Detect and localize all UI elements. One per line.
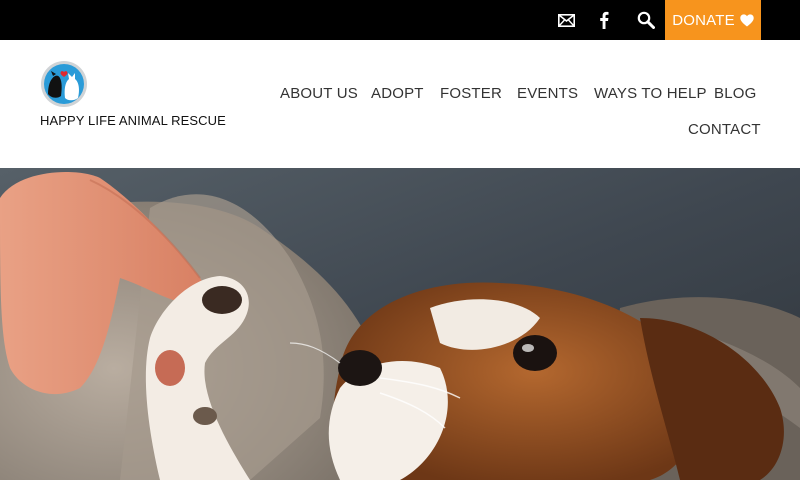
nav-item-events[interactable]: EVENTS	[517, 85, 578, 102]
donate-button[interactable]: DONATE	[665, 0, 761, 40]
facebook-icon[interactable]	[594, 0, 614, 40]
nav-item-foster[interactable]: FOSTER	[440, 85, 502, 102]
mail-icon[interactable]	[554, 0, 578, 40]
nav-item-contact[interactable]: CONTACT	[688, 121, 761, 138]
nav-item-about-us[interactable]: ABOUT US	[280, 85, 358, 102]
cat-dog-logo-icon[interactable]	[40, 60, 88, 108]
search-icon[interactable]	[634, 0, 658, 40]
hero-image	[0, 168, 800, 480]
top-utility-bar: DONATE	[0, 0, 800, 40]
heart-icon	[740, 13, 754, 26]
nav-item-blog[interactable]: BLOG	[714, 85, 756, 102]
site-header: HAPPY LIFE ANIMAL RESCUE ABOUT US ADOPT …	[0, 40, 800, 168]
brand-name[interactable]: HAPPY LIFE ANIMAL RESCUE	[40, 113, 226, 128]
nav-item-adopt[interactable]: ADOPT	[371, 85, 424, 102]
nav-item-ways-to-help[interactable]: WAYS TO HELP	[594, 85, 707, 102]
donate-label: DONATE	[672, 11, 735, 29]
